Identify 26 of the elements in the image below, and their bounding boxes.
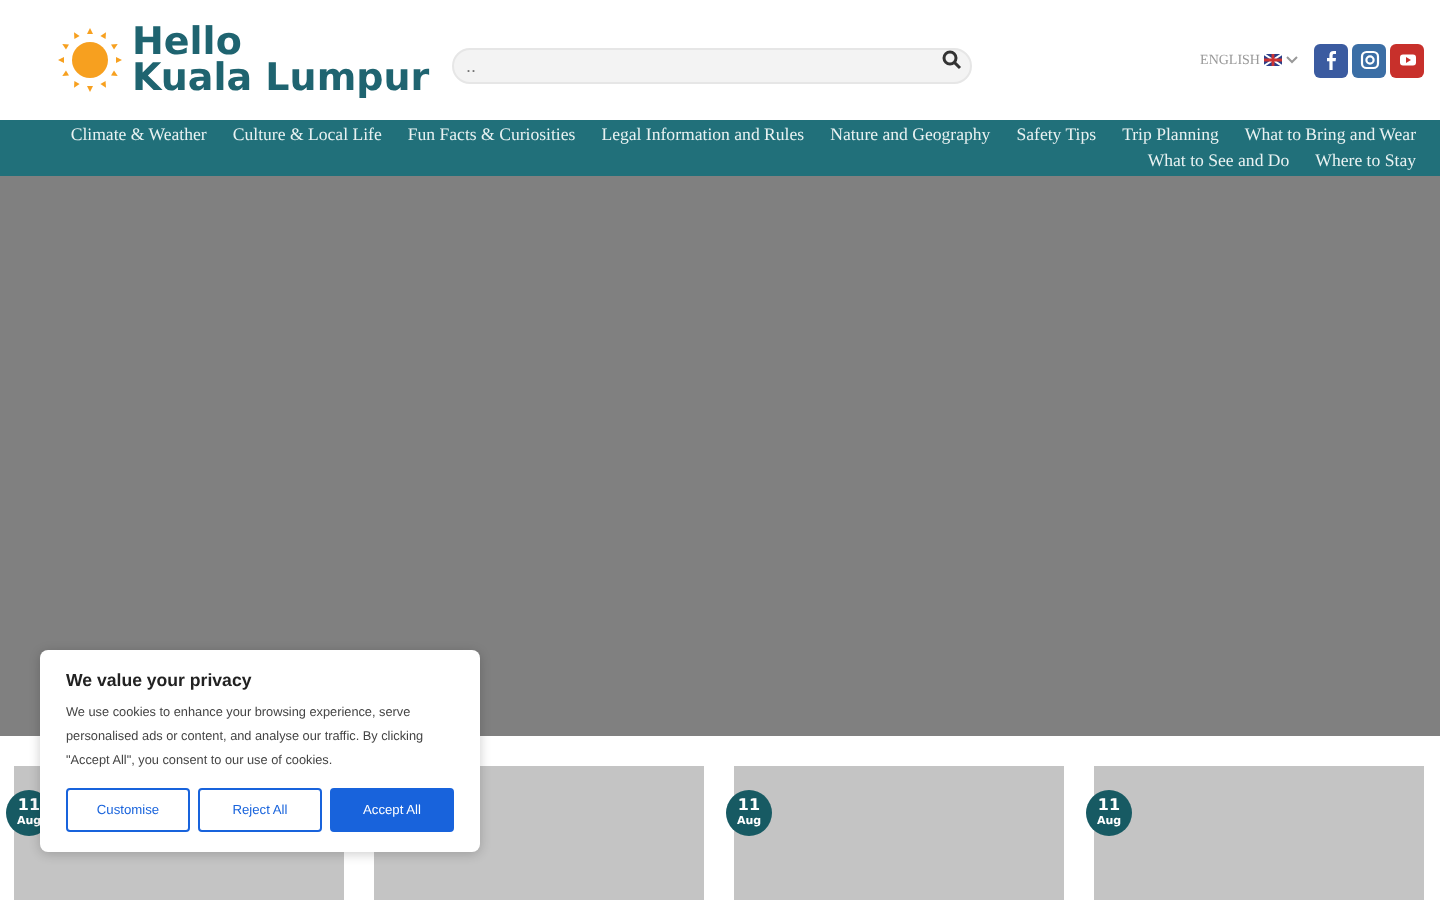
video-play-icon[interactable] xyxy=(1390,43,1424,77)
date-day: 11 xyxy=(1097,797,1121,813)
nav-link[interactable]: Nature and Geography xyxy=(830,122,991,147)
flag-icon xyxy=(1264,54,1282,66)
image-placeholder[interactable] xyxy=(1094,766,1424,900)
date-day: 11 xyxy=(17,797,41,813)
nav-link[interactable]: Safety Tips xyxy=(1016,122,1097,147)
nav-link[interactable]: Fun Facts & Curiosities xyxy=(407,122,576,147)
date-day: 11 xyxy=(737,797,761,813)
nav-link[interactable]: Culture & Local Life xyxy=(232,122,382,147)
nav-link[interactable]: Where to Stay xyxy=(1315,147,1416,172)
sun-icon xyxy=(56,26,124,94)
nav-link[interactable]: Trip Planning xyxy=(1122,122,1219,147)
facebook-icon[interactable] xyxy=(1314,43,1348,77)
nav-link[interactable]: Climate & Weather xyxy=(70,122,207,147)
logo-text[interactable]: Hello xyxy=(132,24,430,60)
nav-link[interactable]: Legal Information and Rules xyxy=(601,122,805,147)
nav-link[interactable]: What to Bring and Wear xyxy=(1244,122,1416,147)
logo-text[interactable]: Kuala Lumpur xyxy=(132,60,430,96)
instagram-icon[interactable] xyxy=(1352,43,1386,77)
image-placeholder[interactable] xyxy=(734,766,1064,900)
nav-link[interactable]: What to See and Do xyxy=(1147,147,1290,172)
chevron-down-icon[interactable] xyxy=(1286,56,1298,64)
dialog-title: We value your privacy xyxy=(66,670,254,692)
search-icon[interactable] xyxy=(942,50,962,70)
search-field[interactable]: .. xyxy=(452,48,972,84)
